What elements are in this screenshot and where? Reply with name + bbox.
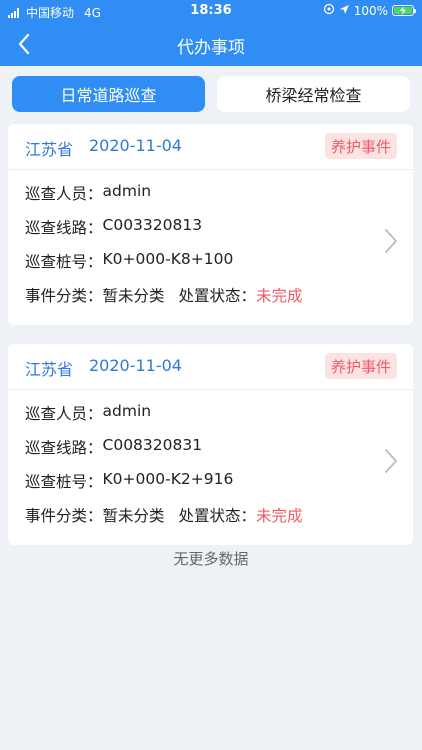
inspector-value: admin — [102, 402, 152, 420]
card-date: 2020-11-04 — [89, 356, 182, 375]
battery-percent: 100% — [353, 3, 388, 18]
category-status-row: 事件分类： 暂未分类 处置状态： 未完成 — [25, 284, 303, 306]
card-header: 江苏省 2020-11-04 养护事件 — [8, 344, 413, 390]
inspector-row: 巡查人员： admin — [25, 182, 151, 204]
card-province: 江苏省 — [25, 360, 74, 379]
tab-bar: 日常道路巡查 桥梁经常检查 — [12, 76, 410, 112]
status-value: 未完成 — [256, 507, 303, 525]
event-card[interactable]: 江苏省 2020-11-04 养护事件 巡查人员： admin 巡查线路： C0… — [8, 344, 413, 545]
chevron-right-icon — [385, 449, 397, 473]
status-value: 未完成 — [256, 287, 303, 305]
status-label: 处置状态： — [178, 507, 257, 525]
card-date: 2020-11-04 — [89, 136, 182, 155]
status-right: 100% — [323, 3, 416, 18]
inspector-label: 巡查人员： — [25, 405, 103, 423]
stake-label: 巡查桩号： — [25, 253, 103, 271]
status-bar: 中国移动 4G 18:36 100% — [0, 0, 422, 22]
category-status-row: 事件分类： 暂未分类 处置状态： 未完成 — [25, 504, 303, 526]
inspector-row: 巡查人员： admin — [25, 402, 151, 424]
no-more-data-text: 无更多数据 — [173, 550, 249, 568]
route-row: 巡查线路： C003320813 — [25, 216, 202, 238]
inspector-label: 巡查人员： — [25, 185, 103, 203]
top-bar: 中国移动 4G 18:36 100% 代办事项 — [0, 0, 422, 66]
stake-value: K0+000-K8+100 — [102, 250, 234, 268]
category-value: 暂未分类 — [102, 287, 165, 305]
route-label: 巡查线路： — [25, 219, 103, 237]
event-card[interactable]: 江苏省 2020-11-04 养护事件 巡查人员： admin 巡查线路： C0… — [8, 124, 413, 325]
event-type-badge: 养护事件 — [324, 133, 397, 159]
nav-bar: 代办事项 — [0, 22, 422, 66]
event-type-badge: 养护事件 — [324, 353, 397, 379]
category-label: 事件分类： — [25, 287, 103, 305]
orientation-lock-icon — [323, 3, 335, 18]
status-label: 处置状态： — [178, 287, 257, 305]
route-value: C003320813 — [102, 216, 203, 234]
tab-daily-road-inspection[interactable]: 日常道路巡查 — [12, 76, 205, 112]
stake-label: 巡查桩号： — [25, 473, 103, 491]
inspector-value: admin — [102, 182, 152, 200]
stake-value: K0+000-K2+916 — [102, 470, 234, 488]
chevron-right-icon — [385, 229, 397, 253]
page-title: 代办事项 — [177, 38, 245, 58]
card-header: 江苏省 2020-11-04 养护事件 — [8, 124, 413, 170]
route-label: 巡查线路： — [25, 439, 103, 457]
stake-row: 巡查桩号： K0+000-K8+100 — [25, 250, 233, 272]
category-value: 暂未分类 — [102, 507, 165, 525]
route-row: 巡查线路： C008320831 — [25, 436, 202, 458]
location-icon — [339, 4, 350, 18]
battery-icon — [392, 5, 416, 16]
tab-bridge-regular-inspection[interactable]: 桥梁经常检查 — [217, 76, 410, 112]
category-label: 事件分类： — [25, 507, 103, 525]
card-province: 江苏省 — [25, 140, 74, 159]
stake-row: 巡查桩号： K0+000-K2+916 — [25, 470, 233, 492]
route-value: C008320831 — [102, 436, 203, 454]
